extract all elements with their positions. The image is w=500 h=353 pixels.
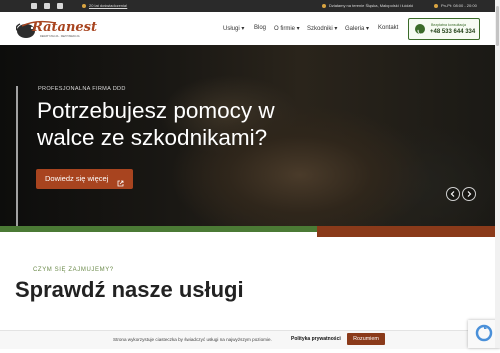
hours-text: Pn-Pt: 08:00 - 20:00 [441, 3, 477, 8]
accent-stripe-green [0, 226, 317, 232]
nav-item-kontakt[interactable]: Kontakt [378, 25, 398, 31]
hero-title: Potrzebujesz pomocy w walce ze szkodnika… [37, 98, 275, 150]
hero-accent-line [16, 86, 18, 232]
cookie-bar: Strona wykorzystuje ciasteczka by świadc… [0, 330, 500, 349]
nav-item-galeria[interactable]: Galeria ▾ [345, 25, 369, 32]
accent-stripe-brown [317, 226, 500, 237]
logo-tagline: DERATYZACJA · DEZYNSEKCJA [40, 35, 80, 38]
phone-icon [415, 24, 425, 35]
page-scrollbar[interactable] [495, 0, 500, 348]
slider-next-button[interactable] [462, 187, 476, 201]
slider-prev-button[interactable] [446, 187, 460, 201]
services-heading: Sprawdź nasze usługi [15, 277, 244, 302]
hero-kicker: PROFESJONALNA FIRMA DDD [38, 86, 126, 92]
youtube-icon[interactable] [57, 3, 63, 9]
services-kicker: CZYM SIĘ ZAJMUJEMY? [33, 267, 114, 273]
phone-number: +48 533 644 334 [430, 29, 476, 35]
site-header: Ratanest DERATYZACJA · DEZYNSEKCJA Usług… [0, 12, 500, 46]
nav-item-uslugi[interactable]: Usługi ▾ [223, 25, 244, 32]
clock-icon [434, 4, 438, 8]
nav-item-szkodniki[interactable]: Szkodniki ▾ [307, 25, 337, 32]
location-icon [322, 4, 326, 8]
consultation-label: Bezpłatna konsultacja [431, 23, 466, 27]
cookie-accept-button[interactable]: Rozumiem [347, 333, 385, 345]
cookie-message: Strona wykorzystuje ciasteczka by świadc… [113, 337, 272, 342]
consultation-button[interactable]: Bezpłatna konsultacja +48 533 644 334 [408, 18, 480, 40]
logo[interactable]: Ratanest DERATYZACJA · DEZYNSEKCJA [15, 17, 97, 41]
nav-item-blog[interactable]: Blog [254, 25, 266, 31]
facebook-icon[interactable] [31, 3, 37, 9]
instagram-icon[interactable] [44, 3, 50, 9]
external-link-icon [117, 175, 124, 187]
learn-more-button[interactable]: Dowiedz się więcej [36, 169, 133, 189]
logo-text: Ratanest [32, 20, 97, 35]
star-icon [82, 4, 86, 8]
learn-more-label: Dowiedz się więcej [45, 174, 109, 183]
area-text: Działamy na terenie Śląska, Małopolski i… [329, 3, 414, 8]
nav-item-o-firmie[interactable]: O firmie ▾ [274, 25, 300, 32]
privacy-policy-link[interactable]: Polityka prywatności [291, 336, 341, 342]
promo-link[interactable]: 20 lat doświadczenia! [89, 3, 127, 9]
top-bar: 20 lat doświadczenia! Działamy na tereni… [0, 0, 500, 12]
scrollbar-thumb[interactable] [496, 6, 499, 46]
hero-banner: PROFESJONALNA FIRMA DDD Potrzebujesz pom… [0, 45, 500, 232]
